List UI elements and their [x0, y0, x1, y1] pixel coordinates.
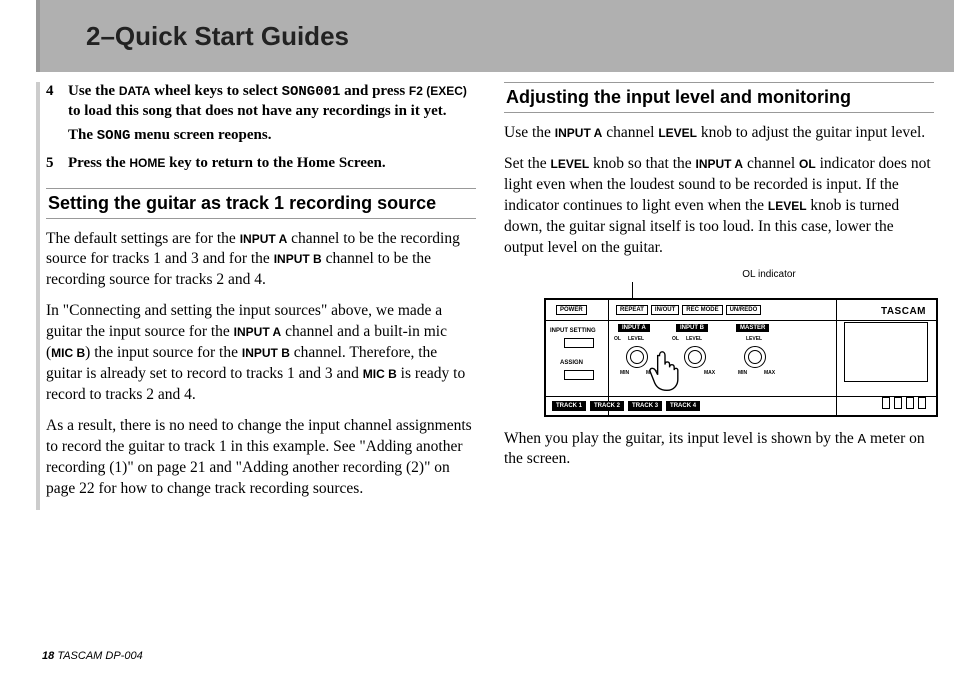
- data-key-label: DATA: [119, 84, 151, 98]
- assign-button: [564, 370, 594, 382]
- led: [882, 397, 890, 409]
- track1-label: TRACK 1: [552, 401, 586, 411]
- input-setting-label: INPUT SETTING: [550, 328, 596, 334]
- inout-button: IN/OUT: [651, 305, 679, 315]
- brand-label: TASCAM: [881, 306, 926, 317]
- section-heading-guitar: Setting the guitar as track 1 recording …: [46, 188, 476, 219]
- page-content: 4 Use the DATA wheel keys to select SONG…: [0, 72, 954, 510]
- input-b-section: INPUT B: [676, 324, 708, 332]
- ol-text: OL: [672, 336, 679, 342]
- level-text: LEVEL: [628, 336, 644, 342]
- device-panel: POWER REPEAT IN/OUT REC MODE UN/REDO TAS…: [544, 298, 938, 417]
- ol-text: OL: [614, 336, 621, 342]
- input-b-label: INPUT B: [274, 252, 322, 266]
- step-body: Press the HOME key to return to the Home…: [68, 154, 386, 174]
- para-set-level: Set the LEVEL knob so that the INPUT A c…: [504, 154, 934, 259]
- level-label: LEVEL: [768, 199, 807, 213]
- level-label: LEVEL: [658, 126, 697, 140]
- min-text: MIN: [738, 370, 747, 376]
- master-section: MASTER: [736, 324, 769, 332]
- input-a-label: INPUT A: [696, 157, 744, 171]
- product-model: TASCAM DP-004: [57, 650, 142, 662]
- right-column: Adjusting the input level and monitoring…: [504, 82, 934, 510]
- chapter-header: 2–Quick Start Guides: [36, 0, 954, 72]
- max-text: MAX: [704, 370, 715, 376]
- led: [918, 397, 926, 409]
- max-text: MAX: [764, 370, 775, 376]
- step-number: 4: [46, 82, 58, 121]
- level-text: LEVEL: [746, 336, 762, 342]
- ol-indicator-callout: OL indicator: [604, 269, 934, 280]
- level-text: LEVEL: [686, 336, 702, 342]
- master-knob: [744, 346, 766, 368]
- para-use-input-a: Use the INPUT A channel LEVEL knob to ad…: [504, 123, 934, 144]
- track4-label: TRACK 4: [666, 401, 700, 411]
- ol-label: OL: [799, 157, 816, 171]
- level-label: LEVEL: [551, 157, 590, 171]
- song-mono: SONG: [97, 128, 131, 144]
- input-a-section: INPUT A: [618, 324, 650, 332]
- section-heading-adjusting: Adjusting the input level and monitoring: [504, 82, 934, 113]
- recmode-button: REC MODE: [682, 305, 722, 315]
- min-text: MIN: [620, 370, 629, 376]
- step-4: 4 Use the DATA wheel keys to select SONG…: [46, 82, 476, 121]
- home-key-label: HOME: [129, 156, 165, 170]
- divider: [608, 300, 609, 415]
- led: [894, 397, 902, 409]
- max-text: MAX: [646, 370, 657, 376]
- step-4-subtext: The SONG menu screen reopens.: [68, 127, 476, 144]
- para-connecting: In "Connecting and setting the input sou…: [46, 301, 476, 406]
- divider: [836, 300, 837, 415]
- chapter-title: 2–Quick Start Guides: [86, 21, 349, 52]
- unredo-button: UN/REDO: [726, 305, 762, 315]
- device-screen: [844, 322, 928, 382]
- device-diagram: OL indicator POWER REPEAT IN/OUT REC MOD…: [504, 269, 934, 417]
- input-b-knob: [684, 346, 706, 368]
- track-labels: TRACK 1 TRACK 2 TRACK 3 TRACK 4: [552, 401, 700, 411]
- f2-exec-label: F2 (EXEC): [409, 84, 467, 98]
- mic-b-label: MIC B: [363, 367, 397, 381]
- input-a-label: INPUT A: [555, 126, 603, 140]
- input-setting-button: [564, 338, 594, 350]
- step-number: 5: [46, 154, 58, 174]
- led: [906, 397, 914, 409]
- track2-label: TRACK 2: [590, 401, 624, 411]
- repeat-button: REPEAT: [616, 305, 648, 315]
- left-column: 4 Use the DATA wheel keys to select SONG…: [36, 82, 476, 510]
- assign-label: ASSIGN: [560, 360, 583, 366]
- para-meter: When you play the guitar, its input leve…: [504, 429, 934, 471]
- input-a-label: INPUT A: [234, 325, 282, 339]
- input-a-label: INPUT A: [240, 232, 288, 246]
- mic-b-label: MIC B: [51, 346, 85, 360]
- para-result: As a result, there is no need to change …: [46, 416, 476, 500]
- a-meter-mono: A: [858, 432, 866, 448]
- page-footer: 18 TASCAM DP-004: [42, 650, 143, 662]
- divider: [546, 396, 936, 397]
- track3-label: TRACK 3: [628, 401, 662, 411]
- transport-buttons: REPEAT IN/OUT REC MODE UN/REDO: [616, 305, 761, 315]
- para-default-settings: The default settings are for the INPUT A…: [46, 229, 476, 292]
- step-5: 5 Press the HOME key to return to the Ho…: [46, 154, 476, 174]
- step-body: Use the DATA wheel keys to select SONG00…: [68, 82, 476, 121]
- input-a-knob: [626, 346, 648, 368]
- input-b-label: INPUT B: [242, 346, 290, 360]
- song001-text: SONG001: [282, 84, 341, 100]
- page-number: 18: [42, 650, 54, 662]
- divider: [546, 320, 936, 321]
- power-button: POWER: [556, 305, 587, 315]
- status-leds: [882, 397, 926, 409]
